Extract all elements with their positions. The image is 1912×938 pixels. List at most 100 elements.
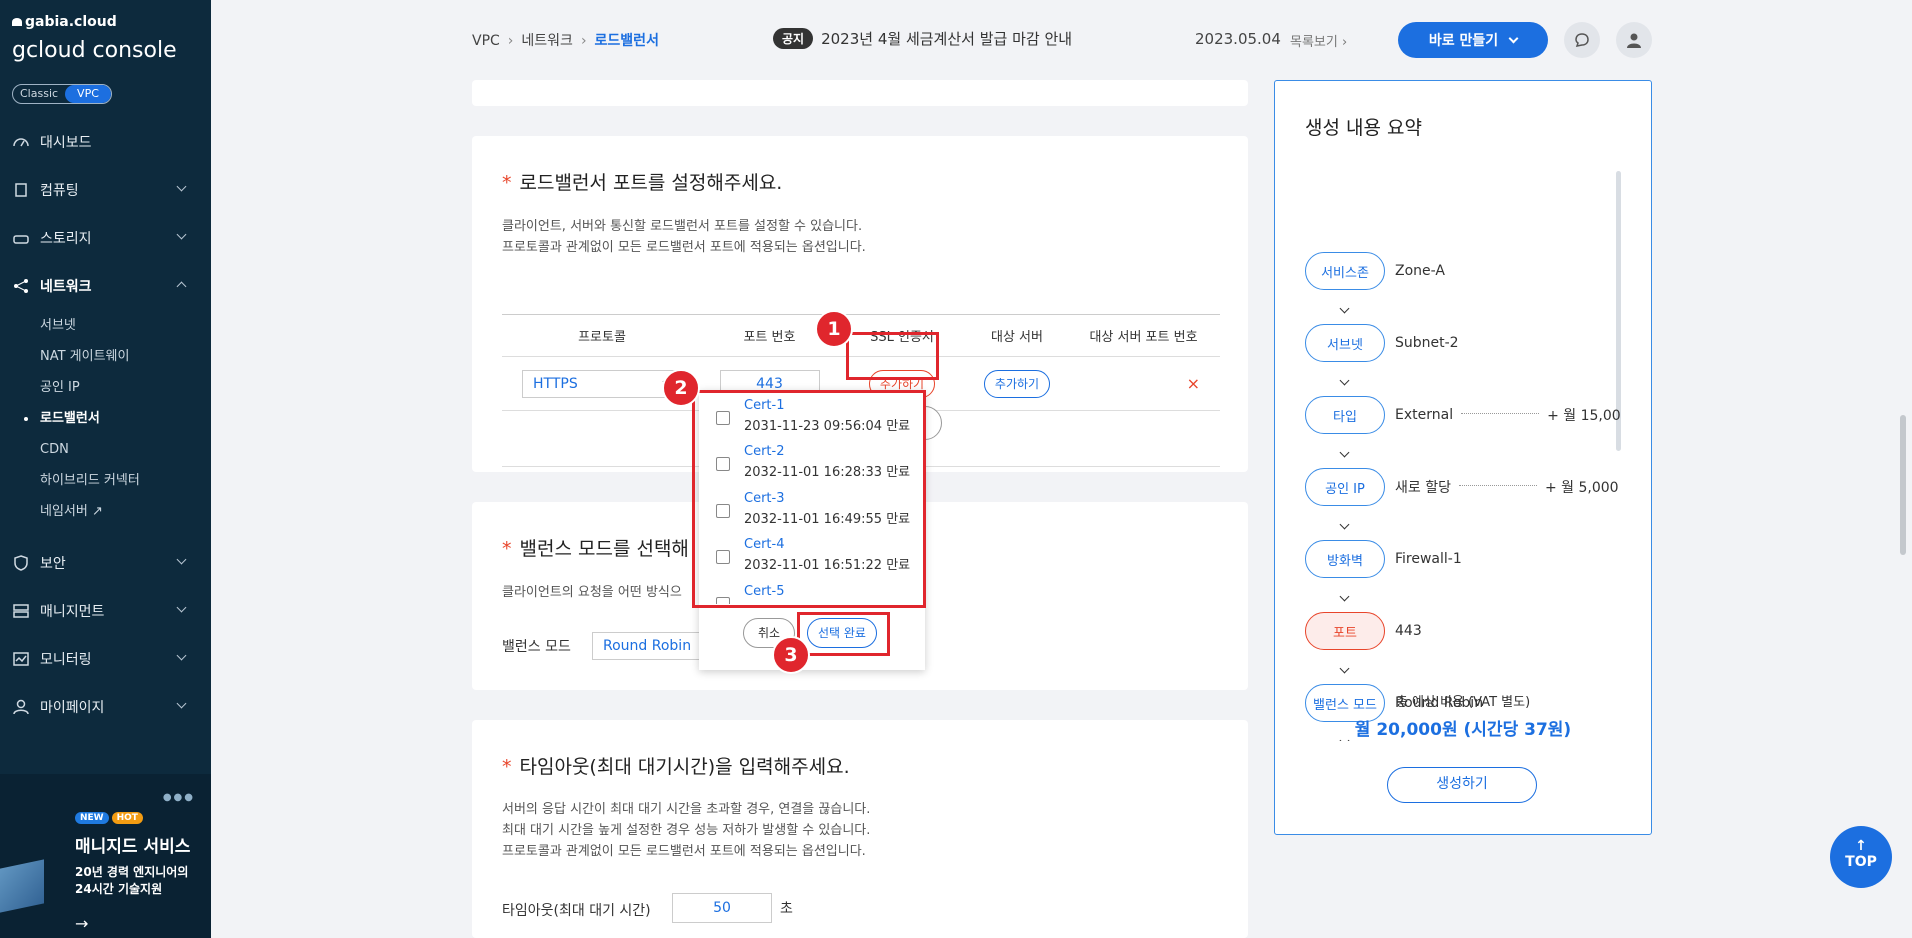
banner-title: 매니지드 서비스 bbox=[75, 837, 191, 857]
submenu-cdn[interactable]: CDN bbox=[40, 434, 211, 465]
chevron-down-icon bbox=[1339, 591, 1350, 602]
notice-date: 2023.05.04 bbox=[1195, 30, 1281, 48]
chat-button[interactable] bbox=[1564, 22, 1600, 58]
notice-bar[interactable]: 공지 2023년 4월 세금계산서 발급 마감 안내 bbox=[773, 28, 1072, 49]
balance-mode-select[interactable]: Round Robin bbox=[592, 632, 712, 660]
notice-text[interactable]: 2023년 4월 세금계산서 발급 마감 안내 bbox=[821, 28, 1072, 49]
summary-value: External bbox=[1395, 407, 1454, 423]
required-star: * bbox=[502, 756, 512, 778]
carousel-dots[interactable]: ●●● bbox=[163, 792, 195, 803]
banner-tags: NEW HOT bbox=[75, 808, 146, 824]
submenu-hybrid-connector[interactable]: 하이브리드 커넥터 bbox=[40, 465, 211, 496]
total-cost-label: 총 예상 비용 (VAT 별도) bbox=[1395, 695, 1531, 710]
summary-key: 방화벽 bbox=[1305, 540, 1385, 578]
balance-desc: 클라이언트의 요청을 어떤 방식으 bbox=[502, 585, 682, 600]
hot-tag: HOT bbox=[111, 812, 143, 824]
submenu-nat-gateway[interactable]: NAT 게이트웨이 bbox=[40, 341, 211, 372]
list-link[interactable]: 목록보기 › bbox=[1290, 31, 1347, 50]
timeout-label: 타임아웃(최대 대기 시간) bbox=[502, 903, 651, 919]
breadcrumb-network[interactable]: 네트워크 bbox=[521, 33, 573, 49]
console-title[interactable]: gcloud console bbox=[12, 38, 177, 63]
breadcrumb-load-balancer[interactable]: 로드밸런서 bbox=[595, 33, 659, 49]
total-cost-value: 월 20,000원 (시간당 37원) bbox=[1354, 720, 1572, 740]
summary-value: Firewall-1 bbox=[1395, 551, 1462, 567]
breadcrumb: VPC › 네트워크 › 로드밸런서 bbox=[472, 30, 659, 50]
promo-banner[interactable]: ●●● NEW HOT 매니지드 서비스 20년 경력 엔지니어의 24시간 기술… bbox=[0, 774, 211, 938]
nameserver-label: 네임서버 bbox=[40, 504, 88, 519]
summary-row: 서비스존 Zone-A bbox=[1305, 252, 1445, 290]
col-target-port: 대상 서버 포트 번호 bbox=[1067, 314, 1220, 357]
new-tag: NEW bbox=[75, 812, 109, 824]
chevron-up-icon bbox=[176, 281, 187, 292]
menu-storage[interactable]: 스토리지 bbox=[0, 214, 211, 262]
desc-line: 프로토콜과 관계없이 모든 로드밸런서 포트에 적용되는 옵션입니다. bbox=[502, 240, 866, 255]
menu-management[interactable]: 매니지먼트 bbox=[0, 587, 211, 635]
computing-icon bbox=[12, 181, 30, 199]
menu-security[interactable]: 보안 bbox=[0, 539, 211, 587]
target-server-add-button[interactable]: 추가하기 bbox=[983, 369, 1051, 398]
submenu-subnet[interactable]: 서브넷 bbox=[40, 310, 211, 341]
chat-icon bbox=[1575, 33, 1589, 47]
required-star: * bbox=[502, 172, 512, 194]
chevron-down-icon bbox=[176, 229, 187, 240]
highlight-ssl-add bbox=[846, 332, 939, 380]
breadcrumb-vpc[interactable]: VPC bbox=[472, 33, 500, 49]
arrow-up-icon: ↑ bbox=[1855, 838, 1867, 854]
dashboard-icon bbox=[12, 133, 30, 151]
toggle-vpc[interactable]: VPC bbox=[65, 85, 111, 103]
protocol-value: HTTPS bbox=[533, 375, 578, 392]
create-button[interactable]: 생성하기 bbox=[1387, 767, 1537, 803]
menu-label: 매니지먼트 bbox=[40, 604, 105, 620]
menu-monitoring[interactable]: 모니터링 bbox=[0, 635, 211, 683]
menu-label: 대시보드 bbox=[40, 135, 92, 151]
protocol-select[interactable]: HTTPS bbox=[522, 369, 682, 398]
delete-row-icon[interactable]: × bbox=[1187, 374, 1200, 393]
menu-computing[interactable]: 컴퓨팅 bbox=[0, 166, 211, 214]
summary-value: 443 bbox=[1395, 623, 1422, 639]
page-scrollbar[interactable] bbox=[1900, 415, 1906, 555]
step-badge-2: 2 bbox=[662, 369, 700, 407]
port-section-title: * 로드밸런서 포트를 설정해주세요. bbox=[502, 168, 782, 195]
chevron-down-icon bbox=[1339, 375, 1350, 386]
timeout-input[interactable]: 50 bbox=[672, 893, 772, 923]
quick-create-button[interactable]: 바로 만들기 bbox=[1398, 22, 1548, 58]
side-menu: 대시보드 컴퓨팅 스토리지 네트워크 서브넷 NAT 게이트웨이 공인 IP 로… bbox=[0, 118, 211, 731]
chevron-down-icon bbox=[1339, 447, 1350, 458]
brand-logo[interactable]: gabia.cloud bbox=[12, 14, 117, 30]
timeout-title-text: 타임아웃(최대 대기시간)을 입력해주세요. bbox=[519, 756, 850, 778]
user-icon bbox=[12, 698, 30, 716]
notice-pill: 공지 bbox=[773, 28, 814, 49]
summary-row: 타입 External + 월 15,000 원 bbox=[1305, 396, 1621, 434]
menu-label: 보안 bbox=[40, 556, 66, 572]
chevron-down-icon bbox=[176, 698, 187, 709]
summary-row: 서브넷 Subnet-2 bbox=[1305, 324, 1459, 362]
port-section-desc: 클라이언트, 서버와 통신할 로드밸런서 포트를 설정할 수 있습니다. 프로토… bbox=[502, 216, 866, 258]
toggle-classic[interactable]: Classic bbox=[13, 85, 65, 103]
dotted-leader bbox=[1461, 412, 1540, 414]
banner-sub-line: 20년 경력 엔지니어의 bbox=[75, 865, 189, 879]
menu-label: 스토리지 bbox=[40, 231, 92, 247]
banner-sub-line: 24시간 기술지원 bbox=[75, 882, 163, 896]
profile-button[interactable] bbox=[1616, 22, 1652, 58]
menu-dashboard[interactable]: 대시보드 bbox=[0, 118, 211, 166]
balance-title-text: 밸런스 모드를 선택해 bbox=[519, 538, 689, 560]
menu-mypage[interactable]: 마이페이지 bbox=[0, 683, 211, 731]
quick-create-label: 바로 만들기 bbox=[1428, 33, 1499, 49]
management-icon bbox=[12, 602, 30, 620]
arrow-right-icon[interactable]: → bbox=[75, 914, 88, 933]
shield-icon bbox=[12, 554, 30, 572]
scroll-top-button[interactable]: ↑ TOP bbox=[1830, 826, 1892, 888]
brand-small: gabia.cloud bbox=[25, 14, 117, 30]
menu-network[interactable]: 네트워크 bbox=[0, 262, 211, 310]
server-cube-illustration bbox=[0, 859, 44, 913]
port-title-text: 로드밸런서 포트를 설정해주세요. bbox=[519, 172, 783, 194]
submenu-load-balancer[interactable]: 로드밸런서 bbox=[24, 403, 211, 434]
submenu-public-ip[interactable]: 공인 IP bbox=[40, 372, 211, 403]
classic-vpc-toggle[interactable]: Classic VPC bbox=[12, 84, 112, 104]
summary-cost: + 월 15,000 원 bbox=[1547, 408, 1621, 424]
highlight-cert-list bbox=[692, 390, 926, 608]
desc-line: 최대 대기 시간을 높게 설정한 경우 성능 저하가 발생할 수 있습니다. bbox=[502, 823, 871, 838]
submenu-nameserver[interactable]: 네임서버 ↗ bbox=[40, 496, 211, 527]
previous-section-card bbox=[472, 80, 1248, 106]
external-link-icon: ↗ bbox=[91, 504, 103, 519]
